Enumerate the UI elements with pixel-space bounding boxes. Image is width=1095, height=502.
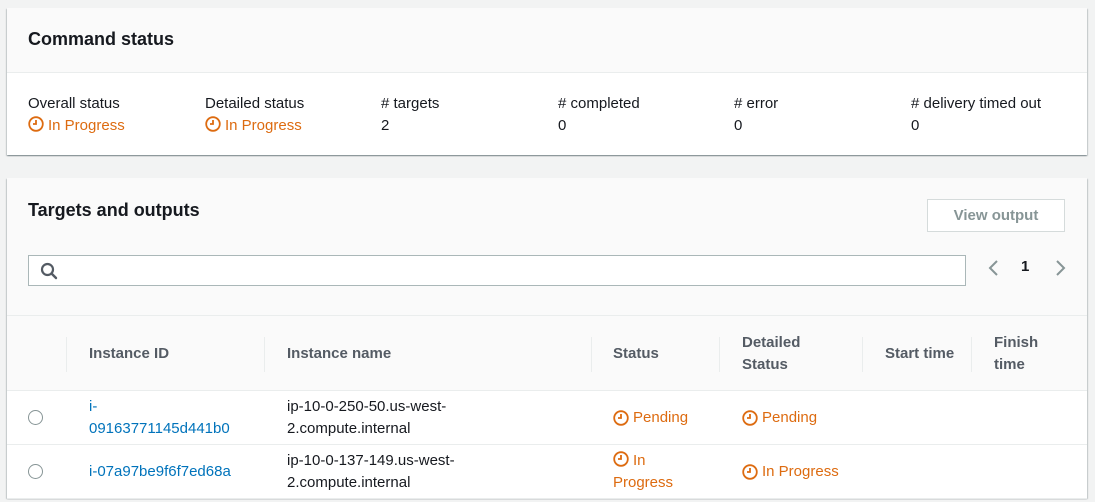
- chevron-right-icon[interactable]: [1051, 256, 1069, 280]
- instance-id-line: i-: [89, 398, 98, 415]
- column-header-start-time[interactable]: Start time: [885, 316, 955, 391]
- completed-count-label: # completed: [558, 95, 640, 112]
- column-header-status[interactable]: Status: [613, 316, 713, 391]
- detailed-status: Detailed status In Progress: [205, 93, 304, 137]
- column-divider: [862, 337, 863, 372]
- column-header-instance-name[interactable]: Instance name: [287, 316, 587, 391]
- targets-outputs-panel: Targets and outputs View output 1 Instan…: [7, 178, 1087, 499]
- table-row[interactable]: i-07a97be9f6f7ed68a ip-10-0-137-149.us-w…: [7, 445, 1087, 499]
- search-icon: [40, 262, 58, 280]
- targets-count: # targets 2: [381, 93, 439, 137]
- instance-name-cell: ip-10-0-250-50.us-west- 2.compute.intern…: [287, 391, 587, 445]
- column-divider: [719, 337, 720, 372]
- column-divider: [591, 337, 592, 372]
- instance-name-line: 2.compute.internal: [287, 420, 411, 437]
- view-output-button[interactable]: View output: [927, 199, 1065, 232]
- column-header-detailed-status[interactable]: Detailed Status: [742, 316, 832, 391]
- search-box[interactable]: [28, 255, 966, 286]
- clock-icon: [205, 116, 221, 132]
- targets-count-value: 2: [381, 117, 390, 134]
- detailed-status-cell: In Progress: [742, 445, 862, 499]
- finish-time-cell: [994, 391, 1074, 445]
- status-text: Progress: [613, 474, 674, 491]
- start-time-cell: [885, 391, 965, 445]
- detailed-status-value: In Progress: [205, 115, 304, 137]
- chevron-left-icon[interactable]: [985, 256, 1003, 280]
- instance-id-cell: i- 09163771145d441b0: [89, 391, 259, 445]
- overall-status-text: In Progress: [48, 117, 125, 134]
- clock-icon: [28, 116, 44, 132]
- start-time-cell: [885, 445, 965, 499]
- column-header-instance-id[interactable]: Instance ID: [89, 316, 259, 391]
- instance-name-line: ip-10-0-137-149.us-west-: [287, 452, 455, 469]
- overall-status: Overall status In Progress: [28, 93, 125, 137]
- detailed-status-text: In Progress: [225, 117, 302, 134]
- instance-name-line: ip-10-0-250-50.us-west-: [287, 398, 447, 415]
- overall-status-label: Overall status: [28, 95, 120, 112]
- command-status-summary: Overall status In Progress Detailed stat…: [7, 73, 1087, 155]
- detailed-status-cell: Pending: [742, 391, 862, 445]
- status-text: In: [633, 452, 646, 469]
- delivery-timed-out-value: 0: [911, 117, 920, 134]
- clock-icon: [613, 451, 629, 467]
- instance-id-cell: i-07a97be9f6f7ed68a: [89, 445, 259, 499]
- current-page[interactable]: 1: [1021, 256, 1029, 278]
- status-cell: Pending: [613, 391, 713, 445]
- column-divider: [971, 337, 972, 372]
- targets-count-label: # targets: [381, 95, 440, 112]
- targets-outputs-header: Targets and outputs View output 1: [7, 178, 1087, 316]
- status-cell: In Progress: [613, 445, 713, 499]
- instance-name-cell: ip-10-0-137-149.us-west- 2.compute.inter…: [287, 445, 587, 499]
- finish-time-cell: [994, 445, 1074, 499]
- table-header: Instance ID Instance name Status Detaile…: [7, 316, 1087, 391]
- completed-count: # completed 0: [558, 93, 640, 137]
- error-count: # error 0: [734, 93, 778, 137]
- command-status-header: Command status: [7, 8, 1087, 73]
- delivery-timed-out-label: # delivery timed out: [911, 95, 1042, 112]
- table-row[interactable]: i- 09163771145d441b0 ip-10-0-250-50.us-w…: [7, 391, 1087, 445]
- error-count-value: 0: [734, 117, 743, 134]
- column-header-finish-time[interactable]: Finish time: [994, 316, 1064, 391]
- column-divider: [66, 337, 67, 372]
- status-text: Pending: [633, 409, 689, 426]
- detailed-status-text: Pending: [762, 409, 818, 426]
- row-select-radio[interactable]: [28, 410, 43, 425]
- clock-icon: [613, 410, 629, 426]
- instance-id-line: 09163771145d441b0: [89, 420, 230, 437]
- search-input[interactable]: [65, 256, 955, 285]
- overall-status-value: In Progress: [28, 115, 125, 137]
- error-count-label: # error: [734, 95, 779, 112]
- column-divider: [264, 337, 265, 372]
- instance-name-line: 2.compute.internal: [287, 474, 411, 491]
- completed-count-value: 0: [558, 117, 567, 134]
- clock-icon: [742, 410, 758, 426]
- command-status-panel: Command status Overall status In Progres…: [7, 8, 1087, 155]
- targets-outputs-title: Targets and outputs: [28, 200, 200, 220]
- clock-icon: [742, 464, 758, 480]
- detailed-status-label: Detailed status: [205, 95, 305, 112]
- row-select-radio[interactable]: [28, 464, 43, 479]
- detailed-status-text: In Progress: [762, 463, 839, 480]
- instance-id-link[interactable]: i-07a97be9f6f7ed68a: [89, 461, 231, 483]
- delivery-timed-out-count: # delivery timed out 0: [911, 93, 1041, 137]
- instance-id-link[interactable]: i- 09163771145d441b0: [89, 396, 230, 440]
- command-status-title: Command status: [28, 29, 175, 49]
